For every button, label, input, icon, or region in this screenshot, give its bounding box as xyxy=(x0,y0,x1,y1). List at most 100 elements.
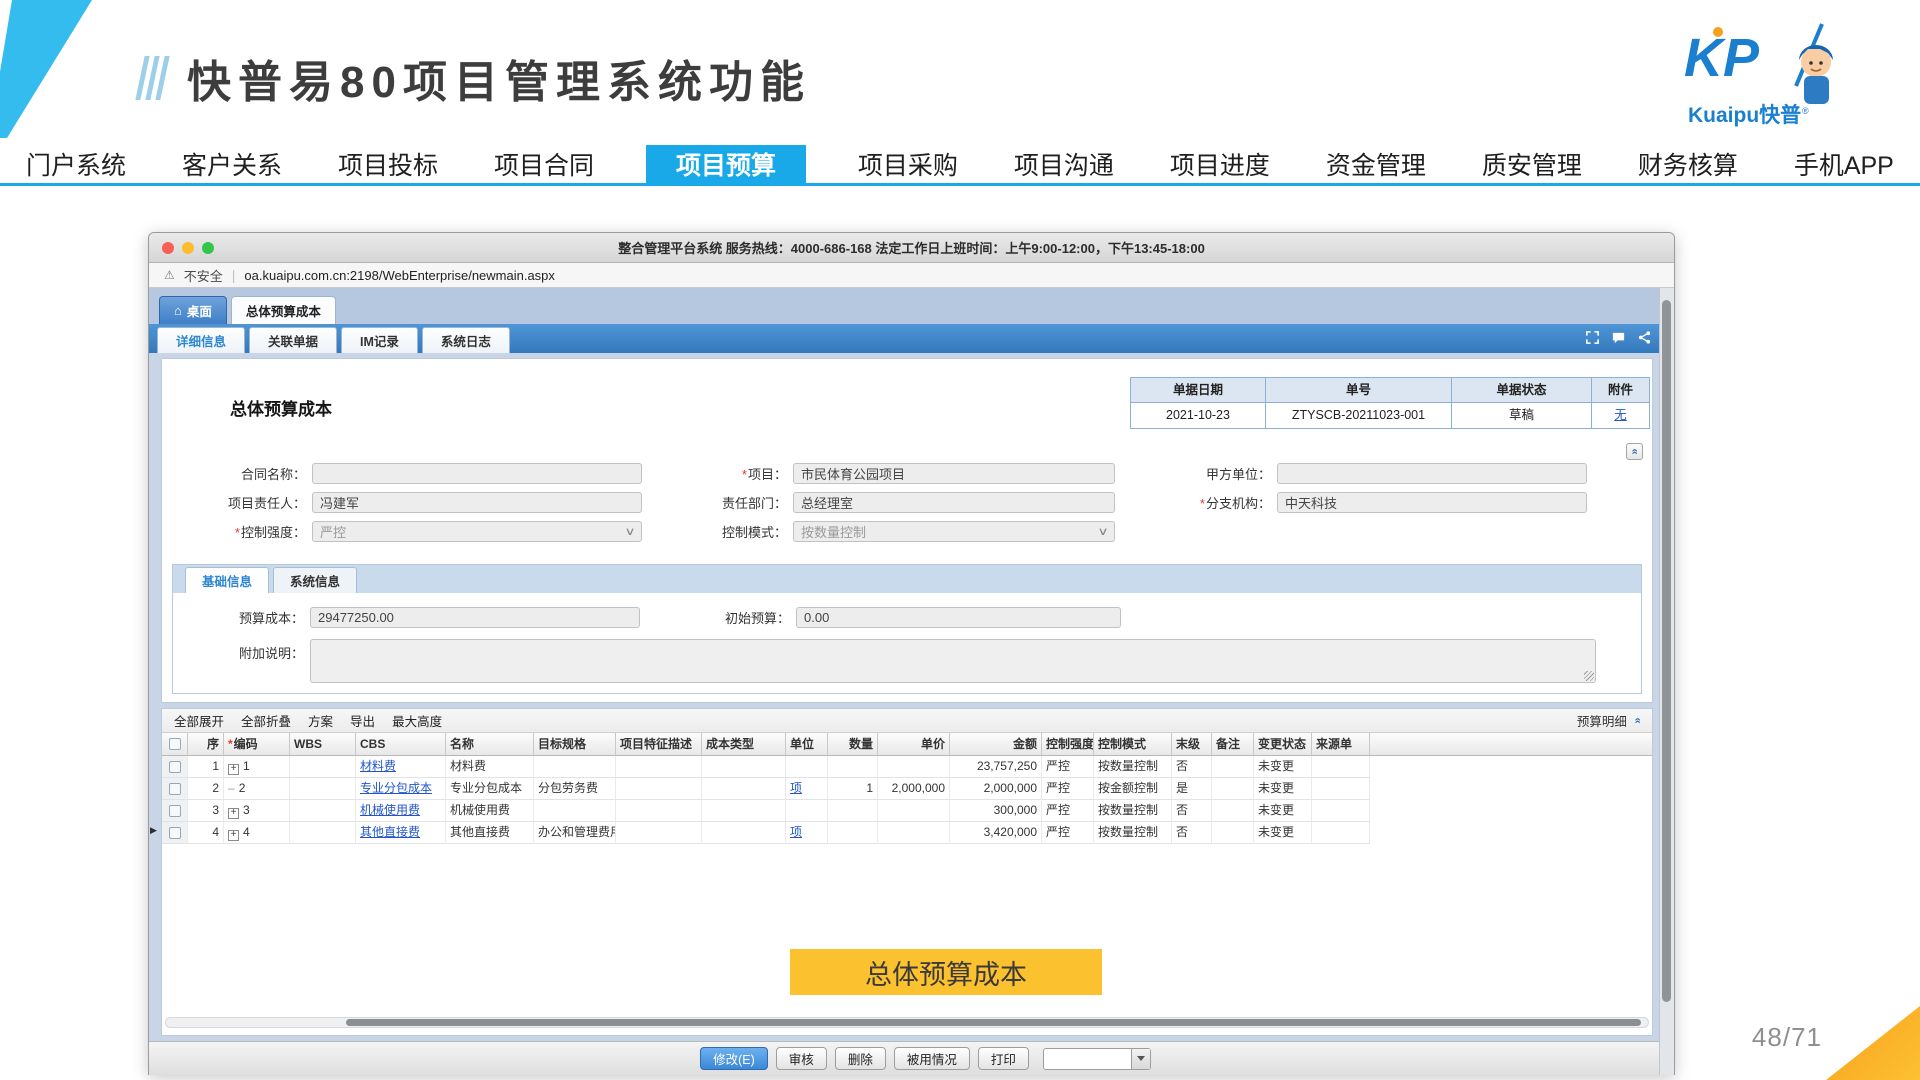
unit-link[interactable]: 项 xyxy=(790,825,802,839)
vertical-scrollbar-thumb[interactable] xyxy=(1662,300,1671,1002)
collapse-section-button[interactable]: « xyxy=(1626,443,1643,460)
nav-item-7[interactable]: 项目沟通 xyxy=(1010,145,1118,183)
minimize-window-icon[interactable] xyxy=(182,242,194,254)
detail-tab-3[interactable]: IM记录 xyxy=(341,327,418,353)
browser-urlbar[interactable]: ⚠ 不安全 | oa.kuaipu.com.cn:2198/WebEnterpr… xyxy=(149,263,1674,288)
zoom-window-icon[interactable] xyxy=(202,242,214,254)
field-input[interactable] xyxy=(1277,463,1587,484)
grid-row-2[interactable]: 2–2专业分包成本专业分包成本分包劳务费项12,000,0002,000,000… xyxy=(162,778,1652,800)
footer-button-1[interactable]: 修改(E) xyxy=(700,1047,768,1070)
cbs-link[interactable]: 其他直接费 xyxy=(360,825,420,839)
initial-budget-input[interactable]: 0.00 xyxy=(796,607,1121,628)
print-template-select[interactable] xyxy=(1043,1048,1151,1070)
share-icon[interactable] xyxy=(1637,330,1652,345)
select-all-checkbox[interactable] xyxy=(169,738,181,750)
grid-tool-1[interactable]: 全部展开 xyxy=(174,711,224,730)
close-window-icon[interactable] xyxy=(162,242,174,254)
field-input[interactable]: 总经理室 xyxy=(793,492,1115,513)
expand-node-icon[interactable]: + xyxy=(228,830,239,841)
cell-feature xyxy=(616,778,702,800)
message-icon[interactable] xyxy=(1611,330,1626,345)
budget-cost-input[interactable]: 29477250.00 xyxy=(310,607,640,628)
resize-icon[interactable] xyxy=(1585,330,1600,345)
row-checkbox[interactable] xyxy=(169,783,181,795)
nav-item-4[interactable]: 项目合同 xyxy=(490,145,598,183)
logo-registered: ® xyxy=(1802,106,1809,116)
panel-collapse-handle-icon[interactable]: ▶ xyxy=(150,825,157,836)
nav-item-2[interactable]: 客户关系 xyxy=(178,145,286,183)
chevron-up-icon[interactable]: « xyxy=(1631,717,1642,723)
cell-leaf: 否 xyxy=(1172,822,1212,844)
grid-row-1[interactable]: 1+1材料费材料费23,757,250严控按数量控制否未变更 xyxy=(162,756,1652,778)
footer-button-3[interactable]: 删除 xyxy=(835,1047,886,1070)
row-checkbox[interactable] xyxy=(169,827,181,839)
unit-link[interactable]: 项 xyxy=(790,781,802,795)
nav-item-10[interactable]: 质安管理 xyxy=(1478,145,1586,183)
horizontal-scrollbar[interactable] xyxy=(165,1017,1649,1028)
horizontal-scrollbar-thumb[interactable] xyxy=(346,1019,1641,1026)
grid-col-name: 名称 xyxy=(446,733,534,756)
window-tab-2[interactable]: 总体预算成本 xyxy=(231,296,336,324)
nav-item-5[interactable]: 项目预算 xyxy=(646,145,806,183)
field-select[interactable]: 严控∨ xyxy=(312,521,642,542)
field-label: *控制强度： xyxy=(162,522,312,541)
nav-item-12[interactable]: 手机APP xyxy=(1790,145,1898,183)
footer-button-2[interactable]: 审核 xyxy=(776,1047,827,1070)
nav-item-1[interactable]: 门户系统 xyxy=(22,145,130,183)
cbs-link[interactable]: 材料费 xyxy=(360,759,396,773)
select-dropdown-button[interactable] xyxy=(1131,1049,1150,1069)
nav-item-3[interactable]: 项目投标 xyxy=(334,145,442,183)
field-input[interactable]: 冯建军 xyxy=(312,492,642,513)
detail-tab-4[interactable]: 系统日志 xyxy=(422,327,510,353)
nav-item-11[interactable]: 财务核算 xyxy=(1634,145,1742,183)
expand-node-icon[interactable]: + xyxy=(228,764,239,775)
cell-change: 未变更 xyxy=(1254,778,1312,800)
cbs-link[interactable]: 专业分包成本 xyxy=(360,781,432,795)
form-field: 甲方单位： xyxy=(1120,461,1652,486)
window-titlebar[interactable]: 整合管理平台系统 服务热线：4000-686-168 法定工作日上班时间：上午9… xyxy=(149,233,1674,263)
security-label[interactable]: 不安全 xyxy=(184,266,223,285)
grid-tool-4[interactable]: 导出 xyxy=(350,711,375,730)
address-url[interactable]: oa.kuaipu.com.cn:2198/WebEnterprise/newm… xyxy=(244,268,555,283)
expand-node-icon[interactable]: + xyxy=(228,808,239,819)
top-nav: 门户系统 客户关系 项目投标 项目合同 项目预算 项目采购 项目沟通 项目进度 资金管理 质安管理… xyxy=(0,145,1920,186)
vertical-scrollbar[interactable] xyxy=(1659,288,1674,1075)
field-input[interactable]: 中天科技 xyxy=(1277,492,1587,513)
detail-tab-1[interactable]: 详细信息 xyxy=(157,327,245,353)
grid-row-4[interactable]: 4+4其他直接费其他直接费办公和管理费用项3,420,000严控按数量控制否未变… xyxy=(162,822,1652,844)
doc-info-value[interactable]: 无 xyxy=(1592,403,1650,429)
grid-tool-2[interactable]: 全部折叠 xyxy=(241,711,291,730)
memo-textarea[interactable] xyxy=(310,639,1596,683)
field-value: 中天科技 xyxy=(1285,493,1337,512)
attachment-link[interactable]: 无 xyxy=(1614,408,1627,422)
sub-tab-2[interactable]: 系统信息 xyxy=(273,567,357,593)
logo-brand: Kuaipu快普 xyxy=(1688,103,1801,127)
footer-button-4[interactable]: 被用情况 xyxy=(894,1047,970,1070)
window-tab-1[interactable]: ⌂桌面 xyxy=(159,296,227,324)
nav-item-9[interactable]: 资金管理 xyxy=(1322,145,1430,183)
nav-item-8[interactable]: 项目进度 xyxy=(1166,145,1274,183)
cell-price xyxy=(878,756,950,778)
doc-info-header: 单号 xyxy=(1266,377,1452,403)
resize-grip-icon[interactable] xyxy=(1584,671,1594,681)
grid-tool-3[interactable]: 方案 xyxy=(308,711,333,730)
sub-tab-1[interactable]: 基础信息 xyxy=(185,567,269,593)
cell-leaf: 是 xyxy=(1172,778,1212,800)
field-select[interactable]: 按数量控制∨ xyxy=(793,521,1115,542)
doc-info-header: 单据状态 xyxy=(1452,377,1592,403)
cbs-link[interactable]: 机械使用费 xyxy=(360,803,420,817)
row-checkbox[interactable] xyxy=(169,805,181,817)
field-input[interactable] xyxy=(312,463,642,484)
grid-tool-5[interactable]: 最大高度 xyxy=(392,711,442,730)
detail-tab-2[interactable]: 关联单据 xyxy=(249,327,337,353)
row-checkbox[interactable] xyxy=(169,761,181,773)
form-field: 项目责任人：冯建军 xyxy=(162,490,648,515)
nav-item-6[interactable]: 项目采购 xyxy=(854,145,962,183)
grid-row-3[interactable]: 3+3机械使用费机械使用费300,000严控按数量控制否未变更 xyxy=(162,800,1652,822)
cell-change: 未变更 xyxy=(1254,756,1312,778)
field-input[interactable]: 市民体育公园项目 xyxy=(793,463,1115,484)
footer-button-5[interactable]: 打印 xyxy=(978,1047,1029,1070)
callout-badge: 总体预算成本 xyxy=(790,949,1102,995)
detail-tabs: 详细信息关联单据IM记录系统日志 xyxy=(157,327,514,353)
field-label: *项目： xyxy=(648,464,793,483)
